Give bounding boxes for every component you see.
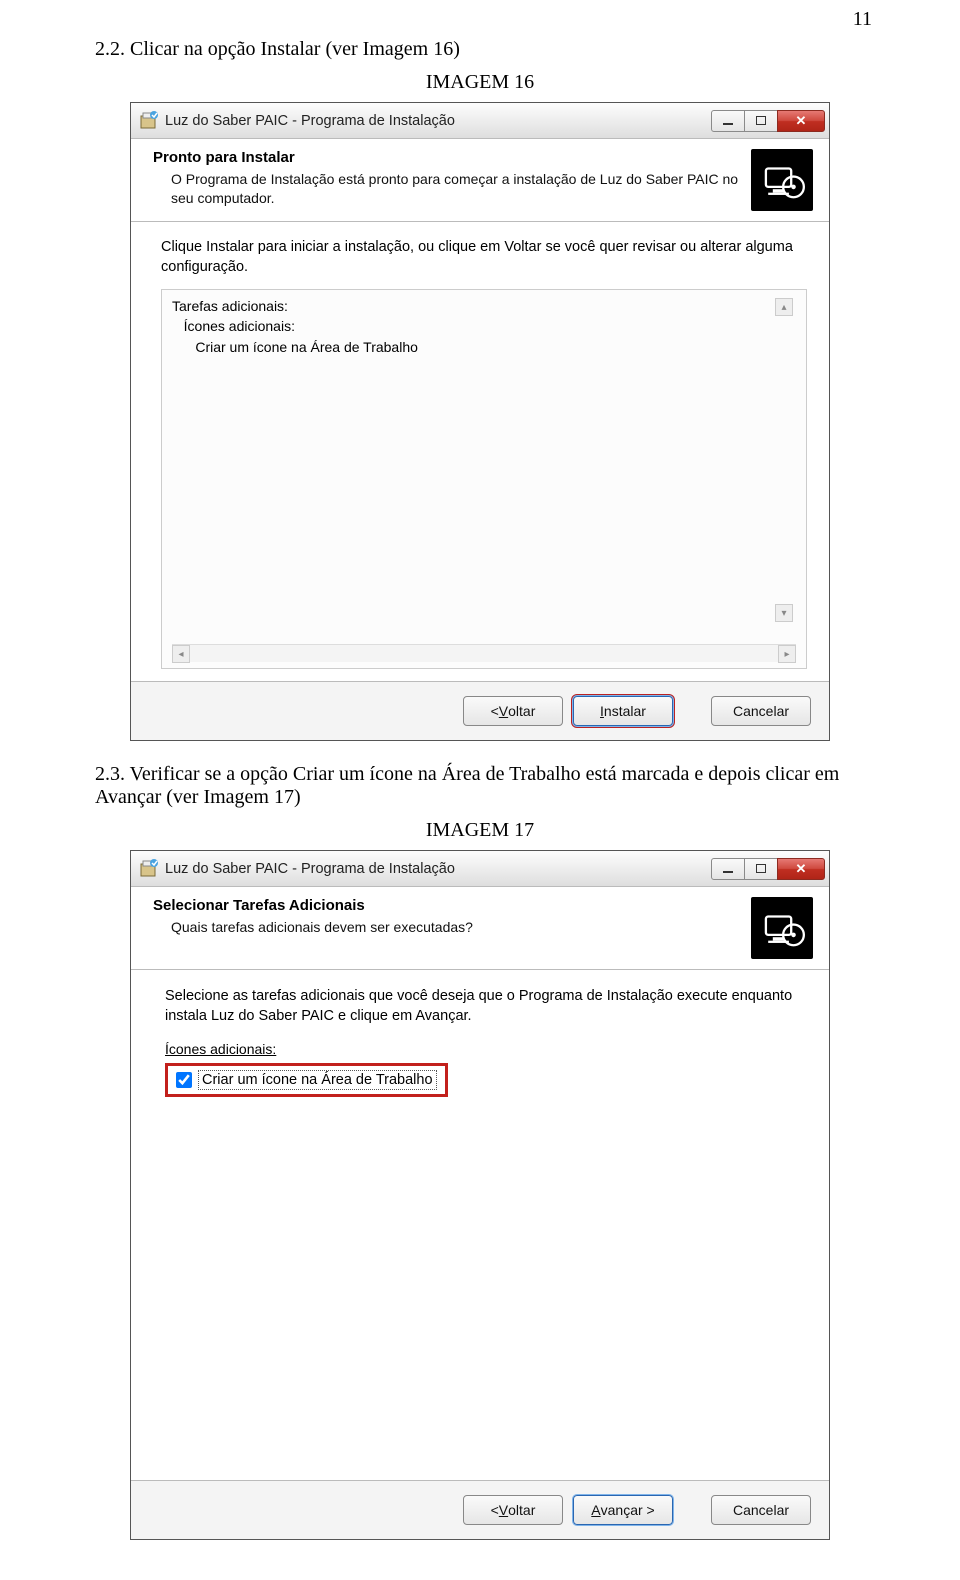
header-subtitle: O Programa de Instalação está pronto par… xyxy=(153,170,741,208)
step-2-2-text: 2.2. Clicar na opção Instalar (ver Image… xyxy=(95,38,865,61)
titlebar[interactable]: Luz do Saber PAIC - Programa de Instalaç… xyxy=(131,103,829,139)
button-row: < Voltar Avançar > Cancelar xyxy=(131,1480,829,1539)
back-button[interactable]: < Voltar xyxy=(463,1495,563,1525)
maximize-button[interactable] xyxy=(744,110,778,132)
computer-disc-icon xyxy=(751,897,813,959)
caption-imagem-16: IMAGEM 16 xyxy=(95,71,865,94)
checkbox-label: Criar um ícone na Área de Trabalho xyxy=(198,1070,437,1090)
installer-icon xyxy=(139,859,159,879)
summary-line: Ícones adicionais: xyxy=(172,316,796,336)
title-text: Luz do Saber PAIC - Programa de Instalaç… xyxy=(165,861,712,877)
wizard-header: Selecionar Tarefas Adicionais Quais tare… xyxy=(131,887,829,970)
page-number: 11 xyxy=(853,8,872,31)
horizontal-scrollbar[interactable]: ◂ ▸ xyxy=(172,644,796,662)
caption-imagem-17: IMAGEM 17 xyxy=(95,819,865,842)
installer-dialog-ready: Luz do Saber PAIC - Programa de Instalaç… xyxy=(130,102,830,741)
install-button[interactable]: Instalar xyxy=(573,696,673,726)
body-instructions: Selecione as tarefas adicionais que você… xyxy=(165,986,807,1027)
header-subtitle: Quais tarefas adicionais devem ser execu… xyxy=(153,918,741,937)
scroll-left-icon[interactable]: ◂ xyxy=(172,645,190,663)
back-button[interactable]: < Voltar xyxy=(463,696,563,726)
minimize-button[interactable] xyxy=(711,110,745,132)
scroll-down-icon[interactable]: ▾ xyxy=(775,604,793,622)
installer-dialog-tasks: Luz do Saber PAIC - Programa de Instalaç… xyxy=(130,850,830,1540)
scroll-up-icon[interactable]: ▴ xyxy=(775,298,793,316)
cancel-button[interactable]: Cancelar xyxy=(711,696,811,726)
installer-icon xyxy=(139,111,159,131)
minimize-button[interactable] xyxy=(711,858,745,880)
summary-textbox[interactable]: Tarefas adicionais: Ícones adicionais: C… xyxy=(161,289,807,669)
step-2-3-text: 2.3. Verificar se a opção Criar um ícone… xyxy=(95,763,865,809)
header-title: Pronto para Instalar xyxy=(153,149,741,166)
computer-disc-icon xyxy=(751,149,813,211)
scroll-right-icon[interactable]: ▸ xyxy=(778,645,796,663)
title-text: Luz do Saber PAIC - Programa de Instalaç… xyxy=(165,113,712,129)
wizard-header: Pronto para Instalar O Programa de Insta… xyxy=(131,139,829,222)
body-instructions: Clique Instalar para iniciar a instalaçã… xyxy=(161,238,807,277)
summary-line: Tarefas adicionais: xyxy=(172,296,796,316)
next-button[interactable]: Avançar > xyxy=(573,1495,673,1525)
create-desktop-icon-checkbox[interactable]: Criar um ícone na Área de Trabalho xyxy=(165,1063,448,1097)
button-row: < Voltar Instalar Cancelar xyxy=(131,681,829,740)
cancel-button[interactable]: Cancelar xyxy=(711,1495,811,1525)
checkbox-input[interactable] xyxy=(176,1072,192,1088)
close-button[interactable]: ✕ xyxy=(777,858,825,880)
titlebar[interactable]: Luz do Saber PAIC - Programa de Instalaç… xyxy=(131,851,829,887)
summary-line: Criar um ícone na Área de Trabalho xyxy=(172,337,796,357)
close-button[interactable]: ✕ xyxy=(777,110,825,132)
header-title: Selecionar Tarefas Adicionais xyxy=(153,897,741,914)
section-label: Ícones adicionais: xyxy=(165,1041,807,1057)
maximize-button[interactable] xyxy=(744,858,778,880)
